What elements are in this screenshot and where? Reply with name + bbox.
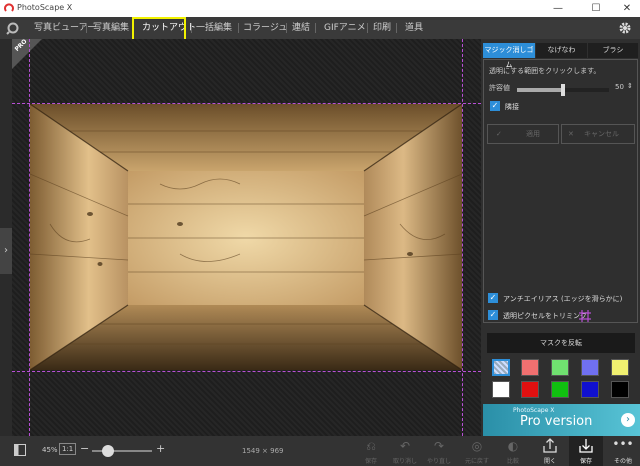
antialias-label: アンチエイリアス (エッジを滑らかに) bbox=[503, 295, 623, 303]
menu-editor[interactable]: 写真編集 bbox=[93, 17, 129, 39]
revert-label: 元に戻す bbox=[464, 458, 489, 465]
minimize-button[interactable]: — bbox=[548, 2, 568, 15]
open-label[interactable]: 開く bbox=[533, 456, 567, 465]
x-icon: ✕ bbox=[568, 130, 574, 138]
open-icon[interactable] bbox=[543, 438, 557, 453]
gear-icon[interactable] bbox=[618, 21, 632, 35]
pro-banner-title: Pro version bbox=[520, 414, 593, 429]
actual-size-button[interactable]: 1:1 bbox=[59, 443, 77, 455]
cutout-panel: マジック消しゴム なげなわ ブラシ 透明にする範囲をクリックします。 許容値 5… bbox=[481, 39, 640, 436]
menu-bar: 写真ビューアー 写真編集 カットアウト 一括編集 コラージュ 連結 GIFアニメ… bbox=[0, 17, 640, 39]
pro-banner-small-text: PhotoScape X bbox=[513, 407, 555, 414]
home-icon[interactable] bbox=[6, 21, 20, 35]
app-title: PhotoScape X bbox=[17, 3, 73, 12]
zoom-level[interactable]: 45% bbox=[42, 446, 58, 454]
zoom-out-button[interactable]: − bbox=[80, 442, 89, 455]
swatch-green[interactable] bbox=[551, 381, 569, 398]
cutout-highlight-box bbox=[132, 17, 186, 41]
tab-brush[interactable]: ブラシ bbox=[588, 43, 638, 58]
guide-top bbox=[12, 103, 481, 104]
title-bar: PhotoScape X — ☐ ✕ bbox=[0, 0, 640, 17]
undo-icon[interactable]: ↶ bbox=[388, 439, 422, 453]
apply-button[interactable]: ✓ 適用 bbox=[487, 124, 559, 144]
guide-bottom bbox=[12, 371, 481, 372]
undo-label: 取り消し bbox=[392, 458, 417, 465]
tab-magic-eraser[interactable]: マジック消しゴム bbox=[483, 43, 535, 69]
chevron-right-icon: › bbox=[621, 413, 635, 427]
zoom-in-button[interactable]: + bbox=[156, 442, 165, 455]
antialias-checkbox[interactable]: ✓ bbox=[488, 293, 498, 303]
instruction-text: 透明にする範囲をクリックします。 bbox=[489, 67, 601, 75]
tolerance-slider-knob[interactable] bbox=[561, 84, 565, 96]
tool-options-box bbox=[483, 59, 638, 323]
swatch-blue[interactable] bbox=[581, 381, 599, 398]
maximize-button[interactable]: ☐ bbox=[586, 2, 606, 15]
guide-right bbox=[462, 39, 463, 436]
panel-toggle-icon[interactable] bbox=[14, 444, 26, 456]
menu-combine[interactable]: 連結 bbox=[292, 17, 310, 39]
compare-label: 比較 bbox=[506, 458, 519, 465]
save-label: 保存 bbox=[579, 458, 592, 465]
redo-icon[interactable]: ↷ bbox=[422, 439, 456, 453]
photoscape-logo-icon bbox=[4, 3, 14, 12]
swatch-transparent[interactable] bbox=[492, 359, 510, 376]
trim-checkbox[interactable]: ✓ bbox=[488, 310, 498, 320]
check-icon: ✓ bbox=[496, 130, 502, 138]
tolerance-slider[interactable] bbox=[517, 84, 609, 96]
cancel-label: キャンセル bbox=[584, 130, 619, 138]
crop-grid-icon bbox=[579, 310, 591, 322]
menu-batch[interactable]: 一括編集 bbox=[196, 17, 232, 39]
menu-print[interactable]: 印刷 bbox=[373, 17, 391, 39]
tolerance-value: 50 bbox=[615, 83, 624, 91]
more-icon[interactable]: ••• bbox=[606, 437, 640, 451]
save-button[interactable]: 保存 bbox=[569, 436, 603, 466]
tab-lasso[interactable]: なげなわ bbox=[536, 43, 587, 58]
swatch-light-blue[interactable] bbox=[581, 359, 599, 376]
tolerance-slider-fill bbox=[517, 88, 563, 92]
invert-mask-button[interactable]: マスクを反転 bbox=[487, 333, 635, 353]
apply-label: 適用 bbox=[526, 130, 540, 138]
menu-collage[interactable]: コラージュ bbox=[243, 17, 287, 39]
expand-left-panel-button[interactable]: › bbox=[0, 228, 12, 274]
zoom-slider[interactable] bbox=[92, 445, 152, 457]
bottom-toolbar: 45% 1:1 − + 1549 × 969 ⎌ 保存 ↶ 取り消し ↷ やり直… bbox=[0, 436, 640, 466]
tool-tabs: マジック消しゴム なげなわ ブラシ bbox=[483, 43, 638, 69]
tolerance-row: 許容値 50 ⇕ bbox=[489, 82, 633, 96]
photo-wooden-box[interactable] bbox=[30, 104, 462, 370]
redo-label: やり直し bbox=[426, 458, 451, 465]
more-label[interactable]: その他 bbox=[606, 456, 640, 465]
menu-tools[interactable]: 道具 bbox=[405, 17, 423, 39]
tolerance-label: 許容値 bbox=[489, 84, 510, 92]
swatch-white[interactable] bbox=[492, 381, 510, 398]
cancel-button[interactable]: ✕ キャンセル bbox=[561, 124, 635, 144]
save-action-icon[interactable]: ⎌ bbox=[354, 439, 388, 454]
swatch-light-red[interactable] bbox=[521, 359, 539, 376]
download-icon bbox=[579, 439, 593, 453]
pro-version-banner[interactable]: PhotoScape X Pro version › bbox=[483, 404, 640, 436]
swatch-light-green[interactable] bbox=[551, 359, 569, 376]
revert-icon[interactable]: ◎ bbox=[460, 439, 494, 453]
adjacent-checkbox[interactable]: ✓ bbox=[490, 101, 500, 111]
guide-left bbox=[29, 39, 30, 436]
trim-label: 透明ピクセルをトリミング bbox=[503, 312, 587, 320]
swatch-light-yellow[interactable] bbox=[611, 359, 629, 376]
action-save-label: 保存 bbox=[364, 458, 377, 465]
close-button[interactable]: ✕ bbox=[617, 2, 637, 15]
image-dimensions: 1549 × 969 bbox=[242, 447, 284, 455]
swatch-red[interactable] bbox=[521, 381, 539, 398]
compare-icon[interactable]: ◐ bbox=[496, 439, 530, 453]
adjacent-label: 隣接 bbox=[505, 103, 519, 111]
menu-gif[interactable]: GIFアニメ bbox=[324, 17, 366, 39]
tolerance-stepper-icon[interactable]: ⇕ bbox=[627, 82, 633, 90]
zoom-slider-knob[interactable] bbox=[102, 445, 115, 457]
swatch-black[interactable] bbox=[611, 381, 629, 398]
